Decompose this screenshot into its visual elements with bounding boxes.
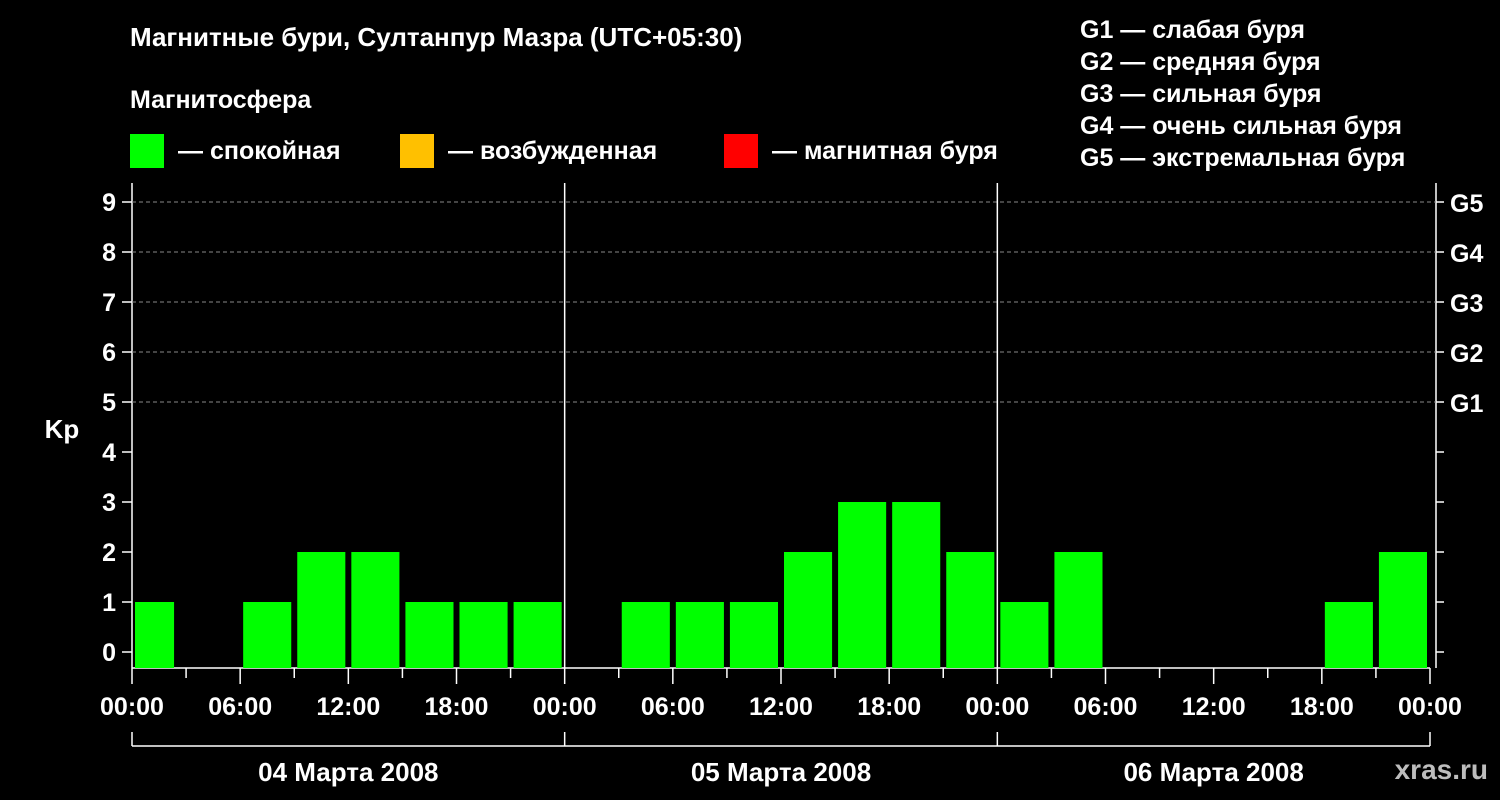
x-tick-label: 12:00 (749, 693, 813, 721)
x-tick-label: 00:00 (1398, 693, 1462, 721)
x-tick-label: 12:00 (316, 693, 380, 721)
y-tick-label: 8 (102, 239, 116, 267)
x-tick-label: 00:00 (965, 693, 1029, 721)
y-tick-label: 0 (102, 639, 116, 667)
x-tick-label: 18:00 (857, 693, 921, 721)
x-tick-label: 18:00 (1290, 693, 1354, 721)
watermark: xras.ru (1394, 754, 1488, 785)
kp-bar (243, 602, 292, 668)
kp-bar (1378, 552, 1427, 668)
y-tick-label: 1 (102, 589, 116, 617)
kp-bar (405, 602, 454, 668)
kp-bar (892, 502, 941, 668)
y-tick-label: 6 (102, 339, 116, 367)
day-label: 04 Марта 2008 (258, 757, 438, 787)
kp-bar (1054, 552, 1103, 668)
x-tick-label: 12:00 (1182, 693, 1246, 721)
g-tick-label: G5 (1450, 190, 1483, 218)
day-label: 05 Марта 2008 (691, 757, 871, 787)
y-tick-label: 9 (102, 189, 116, 217)
y-tick-label: 2 (102, 539, 116, 567)
x-tick-label: 00:00 (100, 693, 164, 721)
g-tick-label: G4 (1450, 240, 1483, 268)
kp-bar (675, 602, 724, 668)
kp-bar-chart: 0 1 2 3 4 5 6 7 8 9 G1 G2 G3 G4 G5 Kp 00:00 06:00 12:00 18:… (45, 183, 1483, 787)
y-tick-label: 5 (102, 389, 116, 417)
day-label: 06 Марта 2008 (1123, 757, 1303, 787)
kp-bar (838, 502, 887, 668)
x-tick-label: 18:00 (425, 693, 489, 721)
g-tick-label: G2 (1450, 340, 1483, 368)
y-tick-label: 3 (102, 489, 116, 517)
kp-bar (297, 552, 346, 668)
kp-bar (946, 552, 995, 668)
y-tick-label: 4 (102, 439, 116, 467)
kp-bar (513, 602, 562, 668)
g-tick-label: G3 (1450, 290, 1483, 318)
kp-bar (784, 552, 833, 668)
kp-bar (1324, 602, 1373, 668)
x-tick-label: 06:00 (1074, 693, 1138, 721)
kp-bar (621, 602, 670, 668)
y-tick-label: 7 (102, 289, 116, 317)
g-tick-label: G1 (1450, 390, 1483, 418)
x-tick-label: 06:00 (641, 693, 705, 721)
x-tick-label: 06:00 (208, 693, 272, 721)
x-tick-label: 00:00 (533, 693, 597, 721)
kp-bar (135, 602, 175, 668)
kp-bar (351, 552, 400, 668)
kp-bar (459, 602, 508, 668)
y-axis-label: Kp (45, 414, 80, 444)
kp-bar (729, 602, 778, 668)
kp-bar (1000, 602, 1049, 668)
